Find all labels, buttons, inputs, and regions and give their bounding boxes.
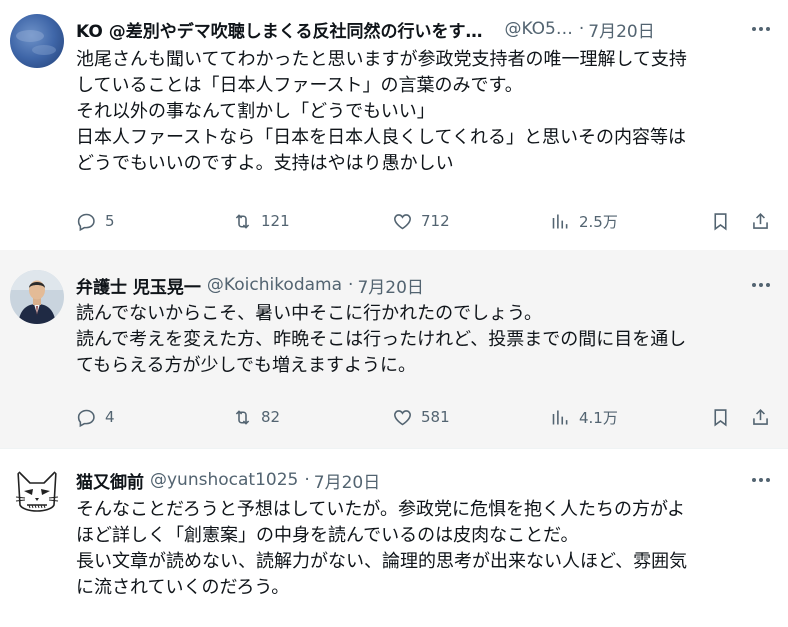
action-bar: 5 121 712 2.5万 bbox=[76, 208, 776, 234]
avatar[interactable] bbox=[10, 14, 64, 68]
retweet-button[interactable]: 82 bbox=[232, 404, 280, 430]
text-line: 読んでないからこそ、暑い中そこに行かれたのでしょう。 bbox=[76, 303, 543, 324]
text-line: そんなことだろうと予想はしていたが。参政党に危惧を抱く人たちの方がよ bbox=[76, 499, 686, 520]
post-date[interactable]: 7月20日 bbox=[357, 273, 423, 298]
user-handle[interactable]: @yunshocat1025 bbox=[150, 470, 298, 490]
view-count: 2.5万 bbox=[579, 212, 618, 231]
user-handle[interactable]: @Koichikodama bbox=[207, 275, 342, 295]
analytics-icon bbox=[552, 214, 568, 228]
reply-button[interactable]: 5 bbox=[76, 208, 115, 234]
bookmark-icon bbox=[714, 408, 727, 427]
action-bar: 4 82 581 4.1万 bbox=[76, 404, 776, 430]
more-icon[interactable] bbox=[750, 278, 772, 292]
text-line: どうでもいいのですよ。支持はやはり愚かしい bbox=[76, 153, 454, 174]
text-line: 池尾さんも聞いててわかったと思いますが参政党支持者の唯一理解して支持 bbox=[76, 49, 687, 70]
text-line: ほど詳しく「創憲案」の中身を読んでいるのは皮肉なことだ。 bbox=[76, 525, 579, 546]
text-line: てもらえる方が少しでも増えますように。 bbox=[76, 355, 417, 376]
retweet-count: 82 bbox=[261, 408, 281, 426]
like-count: 712 bbox=[421, 212, 450, 230]
like-button[interactable]: 712 bbox=[392, 208, 450, 234]
text-line: に流されていくのだろう。 bbox=[76, 577, 290, 598]
text-line: 日本人ファーストなら「日本を日本人良くしてくれる」と思いその内容等は bbox=[76, 127, 687, 148]
more-icon[interactable] bbox=[750, 22, 772, 36]
tweet-header: KO @差別やデマ吹聴しまくる反社同然の行いをす… @KO5… · 7月20日 bbox=[76, 14, 774, 44]
bookmark-button[interactable] bbox=[710, 404, 731, 430]
display-name[interactable]: 猫又御前 bbox=[76, 468, 144, 493]
text-line: それ以外の事なんて割かし「どうでもいい」 bbox=[76, 101, 435, 122]
text-line: していることは「日本人ファースト」の言葉のみです。 bbox=[76, 75, 523, 96]
bookmark-icon bbox=[714, 212, 727, 231]
share-icon bbox=[753, 408, 768, 425]
tweet-1[interactable]: KO @差別やデマ吹聴しまくる反社同然の行いをす… @KO5… · 7月20日 … bbox=[0, 0, 788, 250]
bookmark-button[interactable] bbox=[710, 208, 731, 234]
more-icon[interactable] bbox=[750, 473, 772, 487]
tweet-header: 猫又御前 @yunshocat1025 · 7月20日 bbox=[76, 465, 774, 495]
heart-icon bbox=[394, 213, 411, 229]
reply-count: 5 bbox=[105, 212, 115, 230]
reply-icon bbox=[77, 409, 95, 427]
views-button[interactable]: 2.5万 bbox=[550, 208, 618, 234]
display-name[interactable]: 弁護士 児玉晃一 bbox=[76, 273, 201, 298]
retweet-count: 121 bbox=[261, 212, 290, 230]
reply-icon bbox=[77, 213, 95, 231]
share-icon bbox=[753, 212, 768, 229]
avatar[interactable] bbox=[10, 465, 64, 519]
retweet-icon bbox=[235, 213, 250, 229]
reply-button[interactable]: 4 bbox=[76, 404, 115, 430]
post-date[interactable]: 7月20日 bbox=[588, 17, 654, 42]
reply-count: 4 bbox=[105, 408, 115, 426]
dot-separator: · bbox=[304, 470, 310, 490]
share-button[interactable] bbox=[750, 404, 771, 430]
analytics-icon bbox=[552, 410, 568, 424]
tweet-header: 弁護士 児玉晃一 @Koichikodama · 7月20日 bbox=[76, 270, 774, 300]
tweet-text: 読んでないからこそ、暑い中そこに行かれたのでしょう。 読んで考えを変えた方、昨晩… bbox=[76, 301, 774, 379]
user-handle[interactable]: @KO5… bbox=[504, 19, 572, 39]
avatar[interactable] bbox=[10, 270, 64, 324]
like-button[interactable]: 581 bbox=[392, 404, 450, 430]
retweet-icon bbox=[235, 409, 250, 425]
share-button[interactable] bbox=[750, 208, 771, 234]
tweet-text: そんなことだろうと予想はしていたが。参政党に危惧を抱く人たちの方がよ ほど詳しく… bbox=[76, 497, 774, 601]
heart-icon bbox=[394, 409, 411, 425]
views-button[interactable]: 4.1万 bbox=[550, 404, 618, 430]
retweet-button[interactable]: 121 bbox=[232, 208, 290, 234]
tweet-2[interactable]: 弁護士 児玉晃一 @Koichikodama · 7月20日 読んでないからこそ… bbox=[0, 250, 788, 448]
tweet-text: 池尾さんも聞いててわかったと思いますが参政党支持者の唯一理解して支持 しているこ… bbox=[76, 47, 774, 177]
dot-separator: · bbox=[578, 19, 585, 39]
dot-separator: · bbox=[348, 275, 354, 295]
post-date[interactable]: 7月20日 bbox=[314, 468, 380, 493]
like-count: 581 bbox=[421, 408, 450, 426]
display-name[interactable]: KO @差別やデマ吹聴しまくる反社同然の行いをす… bbox=[76, 17, 482, 42]
text-line: 長い文章が読めない、読解力がない、論理的思考が出来ない人ほど、雰囲気 bbox=[76, 551, 688, 572]
view-count: 4.1万 bbox=[579, 408, 618, 427]
tweet-3[interactable]: 猫又御前 @yunshocat1025 · 7月20日 そんなことだろうと予想は… bbox=[0, 449, 788, 627]
text-line: 読んで考えを変えた方、昨晩そこは行ったけれど、投票までの間に目を通し bbox=[76, 329, 687, 350]
